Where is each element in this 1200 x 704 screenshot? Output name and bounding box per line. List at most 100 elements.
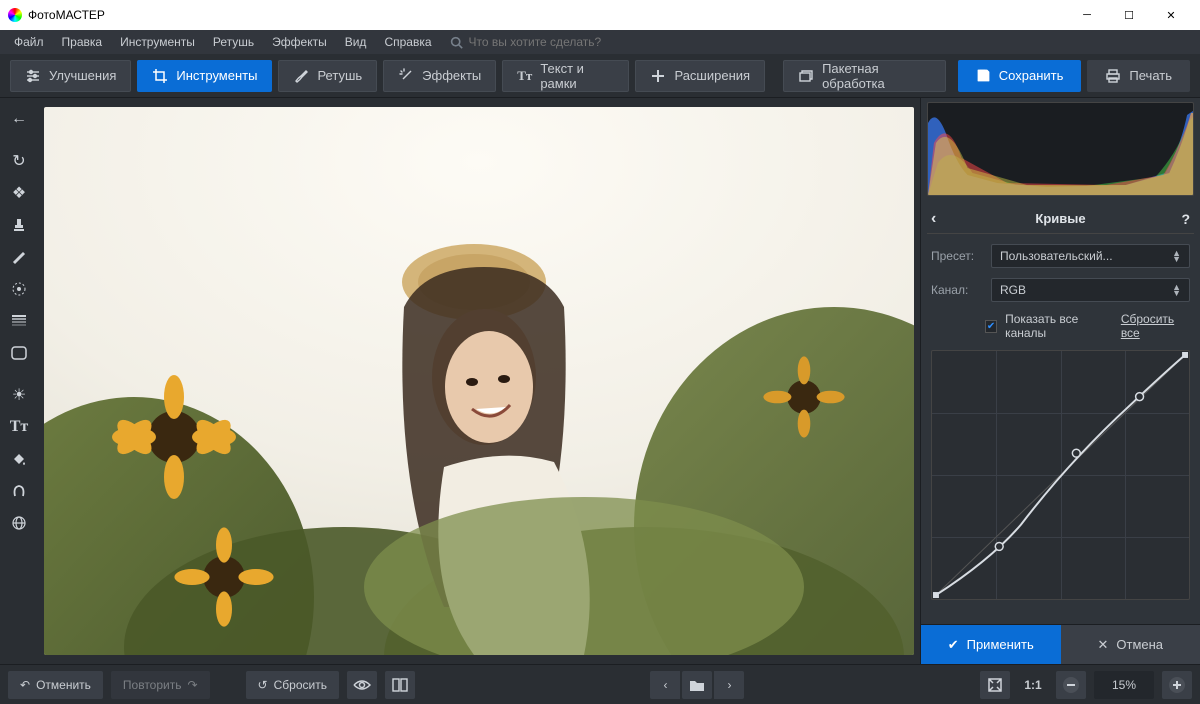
redo-button[interactable]: Повторить ↷ — [111, 671, 210, 699]
menu-retouch[interactable]: Ретушь — [205, 32, 262, 52]
tab-text-label: Текст и рамки — [540, 61, 614, 91]
zoom-out-button[interactable] — [1056, 671, 1086, 699]
show-channels-label: Показать все каналы — [1005, 312, 1113, 340]
tab-retouch-label: Ретушь — [317, 68, 362, 83]
tab-tools[interactable]: Инструменты — [137, 60, 272, 92]
photo-placeholder — [44, 107, 914, 655]
undo-label: Отменить — [36, 678, 91, 692]
main-area: ← ↻ ❖ ☀ Tт — [0, 98, 1200, 664]
text-icon: Tт — [517, 68, 532, 84]
menu-tools[interactable]: Инструменты — [112, 32, 203, 52]
reset-all-link[interactable]: Сбросить все — [1121, 312, 1190, 340]
apply-bar: ✔ Применить ✕ Отмена — [921, 624, 1200, 664]
reset-button[interactable]: ↺ Сбросить — [246, 671, 339, 699]
search-input[interactable] — [469, 35, 669, 49]
compare-icon[interactable] — [385, 671, 415, 699]
menu-edit[interactable]: Правка — [54, 32, 111, 52]
batch-processing-button[interactable]: Пакетная обработка — [783, 60, 946, 92]
plus-icon — [650, 68, 666, 84]
preset-label: Пресет: — [931, 249, 983, 263]
vignette-icon[interactable] — [2, 338, 36, 368]
image-canvas[interactable] — [44, 107, 914, 655]
eye-icon[interactable] — [347, 671, 377, 699]
search-icon — [450, 36, 463, 49]
horseshoe-icon[interactable] — [2, 476, 36, 506]
batch-label: Пакетная обработка — [822, 61, 931, 91]
tab-effects-label: Эффекты — [422, 68, 481, 83]
reset-label: Сбросить — [274, 678, 327, 692]
one-to-one-button[interactable]: 1:1 — [1018, 671, 1048, 699]
brush-tool-icon[interactable] — [2, 242, 36, 272]
apply-button[interactable]: ✔ Применить — [921, 625, 1061, 664]
cancel-label: Отмена — [1116, 637, 1163, 652]
file-nav: ‹ › — [650, 671, 744, 699]
app-title: ФотоМАСТЕР — [28, 8, 105, 22]
tab-extensions-label: Расширения — [674, 68, 750, 83]
right-panel: ‹ Кривые ? Пресет: Пользовательский... ▲… — [920, 98, 1200, 664]
check-icon: ✔ — [948, 637, 959, 653]
app-logo-icon — [8, 8, 22, 22]
fit-screen-icon[interactable] — [980, 671, 1010, 699]
undo-button[interactable]: ↶ Отменить — [8, 671, 103, 699]
panel-help-icon[interactable]: ? — [1181, 211, 1190, 227]
stack-icon — [798, 68, 814, 84]
bottom-bar: ↶ Отменить Повторить ↷ ↺ Сбросить ‹ › 1:… — [0, 664, 1200, 704]
left-toolbar: ← ↻ ❖ ☀ Tт — [0, 98, 38, 664]
back-icon[interactable]: ← — [2, 104, 36, 134]
tab-extensions[interactable]: Расширения — [635, 60, 765, 92]
sun-icon[interactable]: ☀ — [2, 380, 36, 410]
window-maximize-button[interactable]: ☐ — [1108, 0, 1150, 30]
tab-text[interactable]: Tт Текст и рамки — [502, 60, 629, 92]
tab-enhancements-label: Улучшения — [49, 68, 116, 83]
save-button[interactable]: Сохранить — [958, 60, 1082, 92]
preset-select[interactable]: Пользовательский... ▲▼ — [991, 244, 1190, 268]
save-icon — [976, 68, 991, 83]
prev-file-icon[interactable]: ‹ — [650, 671, 680, 699]
tab-retouch[interactable]: Ретушь — [278, 60, 377, 92]
menubar: Файл Правка Инструменты Ретушь Эффекты В… — [0, 30, 1200, 54]
patch-icon[interactable]: ❖ — [2, 178, 36, 208]
channel-select[interactable]: RGB ▲▼ — [991, 278, 1190, 302]
bucket-icon[interactable] — [2, 444, 36, 474]
menu-file[interactable]: Файл — [6, 32, 52, 52]
show-channels-checkbox[interactable]: ✔ — [985, 320, 997, 333]
print-button[interactable]: Печать — [1087, 60, 1190, 92]
menubar-search[interactable] — [450, 35, 669, 49]
cancel-button[interactable]: ✕ Отмена — [1061, 625, 1200, 664]
panel-header: ‹ Кривые ? — [927, 204, 1194, 234]
folder-icon[interactable] — [682, 671, 712, 699]
menu-effects[interactable]: Эффекты — [264, 32, 335, 52]
gradient-icon[interactable] — [2, 306, 36, 336]
select-arrows-icon: ▲▼ — [1172, 250, 1181, 262]
canvas-area — [38, 98, 920, 664]
zoom-in-button[interactable] — [1162, 671, 1192, 699]
panel-back-icon[interactable]: ‹ — [931, 210, 936, 228]
print-label: Печать — [1129, 68, 1172, 83]
crop-icon — [152, 68, 168, 84]
curves-editor[interactable] — [931, 350, 1190, 600]
rotate-icon[interactable]: ↻ — [2, 146, 36, 176]
zoom-value[interactable]: 15% — [1094, 671, 1154, 699]
channel-value: RGB — [1000, 283, 1026, 297]
save-label: Сохранить — [999, 68, 1064, 83]
window-close-button[interactable]: ✕ — [1150, 0, 1192, 30]
menu-view[interactable]: Вид — [337, 32, 375, 52]
preset-value: Пользовательский... — [1000, 249, 1113, 263]
next-file-icon[interactable]: › — [714, 671, 744, 699]
tab-effects[interactable]: Эффекты — [383, 60, 496, 92]
stamp-icon[interactable] — [2, 210, 36, 240]
menu-help[interactable]: Справка — [376, 32, 439, 52]
main-toolbar: Улучшения Инструменты Ретушь Эффекты Tт … — [0, 54, 1200, 98]
histogram[interactable] — [927, 102, 1194, 196]
redo-icon: ↷ — [187, 678, 197, 692]
tab-enhancements[interactable]: Улучшения — [10, 60, 131, 92]
wand-icon — [398, 68, 414, 84]
panel-title: Кривые — [1035, 211, 1085, 226]
brush-icon — [293, 68, 309, 84]
text-tool-icon[interactable]: Tт — [2, 412, 36, 442]
window-minimize-button[interactable]: ─ — [1066, 0, 1108, 30]
globe-icon[interactable] — [2, 508, 36, 538]
close-icon: ✕ — [1097, 637, 1108, 653]
tab-tools-label: Инструменты — [176, 68, 257, 83]
radial-icon[interactable] — [2, 274, 36, 304]
